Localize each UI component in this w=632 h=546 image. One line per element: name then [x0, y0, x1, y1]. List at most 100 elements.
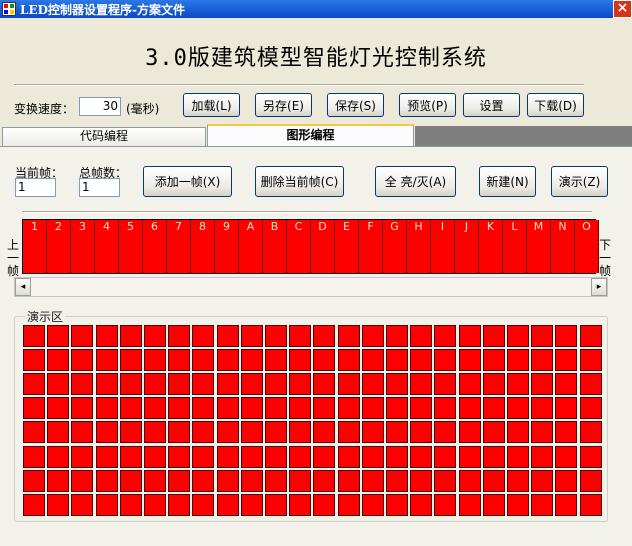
led-cell[interactable]: [410, 349, 432, 371]
led-cell[interactable]: [217, 446, 239, 468]
frame-cell[interactable]: 1: [23, 220, 47, 273]
led-cell[interactable]: [71, 446, 93, 468]
led-cell[interactable]: [47, 470, 69, 492]
led-cell[interactable]: [434, 470, 456, 492]
frame-cell[interactable]: 3: [71, 220, 95, 273]
led-cell[interactable]: [338, 494, 360, 516]
led-cell[interactable]: [192, 421, 214, 443]
led-cell[interactable]: [410, 421, 432, 443]
led-cell[interactable]: [217, 397, 239, 419]
led-cell[interactable]: [483, 446, 505, 468]
settings-button[interactable]: 设置: [463, 93, 520, 117]
led-cell[interactable]: [313, 373, 335, 395]
led-cell[interactable]: [313, 325, 335, 347]
led-cell[interactable]: [23, 446, 45, 468]
led-cell[interactable]: [386, 446, 408, 468]
led-cell[interactable]: [459, 421, 481, 443]
led-cell[interactable]: [168, 397, 190, 419]
led-cell[interactable]: [338, 421, 360, 443]
led-cell[interactable]: [168, 446, 190, 468]
led-cell[interactable]: [265, 446, 287, 468]
led-cell[interactable]: [313, 349, 335, 371]
led-cell[interactable]: [217, 325, 239, 347]
led-cell[interactable]: [338, 470, 360, 492]
led-cell[interactable]: [459, 494, 481, 516]
led-cell[interactable]: [362, 421, 384, 443]
led-cell[interactable]: [434, 325, 456, 347]
speed-input[interactable]: 30: [79, 97, 121, 116]
led-cell[interactable]: [192, 349, 214, 371]
led-cell[interactable]: [120, 470, 142, 492]
led-cell[interactable]: [313, 421, 335, 443]
frame-cell[interactable]: F: [359, 220, 383, 273]
frame-cell[interactable]: D: [311, 220, 335, 273]
led-cell[interactable]: [120, 373, 142, 395]
led-cell[interactable]: [580, 446, 602, 468]
led-cell[interactable]: [459, 373, 481, 395]
led-cell[interactable]: [531, 470, 553, 492]
led-cell[interactable]: [362, 397, 384, 419]
led-cell[interactable]: [144, 494, 166, 516]
led-cell[interactable]: [507, 325, 529, 347]
led-cell[interactable]: [531, 373, 553, 395]
led-cell[interactable]: [241, 494, 263, 516]
led-cell[interactable]: [23, 470, 45, 492]
led-cell[interactable]: [338, 349, 360, 371]
led-cell[interactable]: [47, 373, 69, 395]
led-cell[interactable]: [47, 397, 69, 419]
led-cell[interactable]: [168, 373, 190, 395]
led-cell[interactable]: [71, 494, 93, 516]
frame-cell[interactable]: I: [431, 220, 455, 273]
led-cell[interactable]: [289, 494, 311, 516]
close-button[interactable]: ×: [613, 0, 632, 18]
led-cell[interactable]: [96, 349, 118, 371]
led-cell[interactable]: [555, 397, 577, 419]
frame-cell[interactable]: B: [263, 220, 287, 273]
load-button[interactable]: 加载(L): [183, 93, 240, 117]
led-cell[interactable]: [120, 325, 142, 347]
led-cell[interactable]: [483, 325, 505, 347]
led-cell[interactable]: [531, 494, 553, 516]
add-frame-button[interactable]: 添加一帧(X): [143, 166, 232, 197]
save-button[interactable]: 保存(S): [327, 93, 384, 117]
led-cell[interactable]: [217, 494, 239, 516]
led-cell[interactable]: [23, 349, 45, 371]
led-cell[interactable]: [580, 494, 602, 516]
frame-cell[interactable]: 9: [215, 220, 239, 273]
led-cell[interactable]: [265, 421, 287, 443]
led-cell[interactable]: [410, 470, 432, 492]
led-cell[interactable]: [531, 421, 553, 443]
frame-cell[interactable]: C: [287, 220, 311, 273]
led-cell[interactable]: [338, 325, 360, 347]
led-cell[interactable]: [531, 446, 553, 468]
led-cell[interactable]: [192, 397, 214, 419]
led-cell[interactable]: [459, 325, 481, 347]
led-cell[interactable]: [144, 446, 166, 468]
led-cell[interactable]: [531, 325, 553, 347]
current-frame-input[interactable]: 1: [15, 178, 56, 197]
led-cell[interactable]: [289, 397, 311, 419]
led-cell[interactable]: [47, 349, 69, 371]
led-cell[interactable]: [47, 494, 69, 516]
led-cell[interactable]: [483, 494, 505, 516]
led-cell[interactable]: [386, 470, 408, 492]
frame-cell[interactable]: M: [527, 220, 551, 273]
led-cell[interactable]: [580, 373, 602, 395]
led-cell[interactable]: [555, 421, 577, 443]
led-cell[interactable]: [386, 494, 408, 516]
led-cell[interactable]: [434, 349, 456, 371]
led-cell[interactable]: [144, 349, 166, 371]
led-cell[interactable]: [241, 421, 263, 443]
led-cell[interactable]: [580, 349, 602, 371]
led-cell[interactable]: [434, 446, 456, 468]
led-cell[interactable]: [96, 446, 118, 468]
led-cell[interactable]: [192, 325, 214, 347]
led-cell[interactable]: [23, 494, 45, 516]
led-cell[interactable]: [192, 446, 214, 468]
led-cell[interactable]: [47, 325, 69, 347]
led-cell[interactable]: [313, 446, 335, 468]
led-cell[interactable]: [434, 494, 456, 516]
led-cell[interactable]: [507, 421, 529, 443]
led-cell[interactable]: [410, 373, 432, 395]
scroll-right-icon[interactable]: ▸: [591, 278, 607, 296]
